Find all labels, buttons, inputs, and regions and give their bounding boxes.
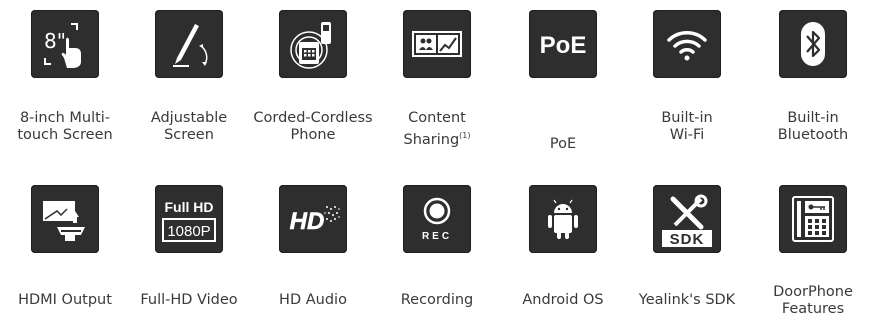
poe-label: PoE bbox=[549, 136, 577, 152]
content-sharing-icon bbox=[403, 10, 471, 78]
full-hd-video-icon: Full HD 1080P bbox=[155, 185, 223, 253]
corded-cordless-phone-label: Corded-Cordless Phone bbox=[253, 110, 373, 143]
bluetooth-icon bbox=[779, 10, 847, 78]
feature-bluetooth: Built-in Bluetooth bbox=[753, 0, 873, 161]
recording-icon: REC bbox=[403, 185, 471, 253]
adjustable-screen-icon bbox=[155, 10, 223, 78]
feature-full-hd-video: Full HD 1080P Full-HD Video bbox=[129, 161, 249, 322]
doorphone-label: DoorPhone Features bbox=[773, 284, 853, 317]
feature-corded-cordless-phone: Corded-Cordless Phone bbox=[253, 0, 373, 161]
adjustable-screen-label: Adjustable Screen bbox=[150, 110, 228, 143]
feature-poe: PoE PoE bbox=[503, 0, 623, 161]
feature-content-sharing: Content Sharing(1) bbox=[377, 0, 497, 161]
hd-audio-icon: HD bbox=[279, 185, 347, 253]
feature-adjustable-screen: Adjustable Screen bbox=[129, 0, 249, 161]
feature-row-2: HDMI Output Full HD 1080P Full-HD Video … bbox=[0, 161, 874, 322]
feature-hdmi-output: HDMI Output bbox=[5, 161, 125, 322]
corded-cordless-phone-icon bbox=[279, 10, 347, 78]
wifi-label: Built-in Wi-Fi bbox=[661, 110, 713, 143]
feature-recording: REC Recording bbox=[377, 161, 497, 322]
feature-row-1: 8" 8-inch Multi- touch Screen Adjustable… bbox=[0, 0, 874, 161]
content-sharing-label: Content Sharing(1) bbox=[403, 110, 471, 148]
resolution-tile-text: 1080P bbox=[167, 223, 210, 240]
feature-sdk: SDK Yealink's SDK bbox=[627, 161, 747, 322]
sdk-label: Yealink's SDK bbox=[638, 292, 736, 308]
hdmi-output-label: HDMI Output bbox=[18, 292, 112, 308]
android-os-label: Android OS bbox=[522, 292, 604, 308]
hdmi-output-icon bbox=[31, 185, 99, 253]
hd-audio-label: HD Audio bbox=[279, 292, 347, 308]
full-hd-video-label: Full-HD Video bbox=[140, 292, 238, 308]
rec-tile-text: REC bbox=[422, 231, 452, 242]
sdk-tile-text: SDK bbox=[670, 231, 705, 248]
poe-icon: PoE bbox=[529, 10, 597, 78]
poe-tile-text: PoE bbox=[540, 32, 587, 59]
full-hd-tile-text: Full HD bbox=[165, 199, 214, 215]
recording-label: Recording bbox=[400, 292, 474, 308]
feature-touch-screen: 8" 8-inch Multi- touch Screen bbox=[5, 0, 125, 161]
doorphone-icon bbox=[779, 185, 847, 253]
feature-hd-audio: HD HD Audio bbox=[253, 161, 373, 322]
android-icon bbox=[529, 185, 597, 253]
feature-android-os: Android OS bbox=[503, 161, 623, 322]
touch-screen-icon: 8" bbox=[31, 10, 99, 78]
sdk-icon: SDK bbox=[653, 185, 721, 253]
feature-wifi: Built-in Wi-Fi bbox=[627, 0, 747, 161]
wifi-icon bbox=[653, 10, 721, 78]
bluetooth-label: Built-in Bluetooth bbox=[777, 110, 849, 143]
feature-doorphone: DoorPhone Features bbox=[753, 161, 873, 322]
touch-screen-label: 8-inch Multi- touch Screen bbox=[17, 110, 113, 143]
touch-screen-size-text: 8" bbox=[44, 29, 66, 53]
hd-tile-text: HD bbox=[290, 208, 325, 235]
